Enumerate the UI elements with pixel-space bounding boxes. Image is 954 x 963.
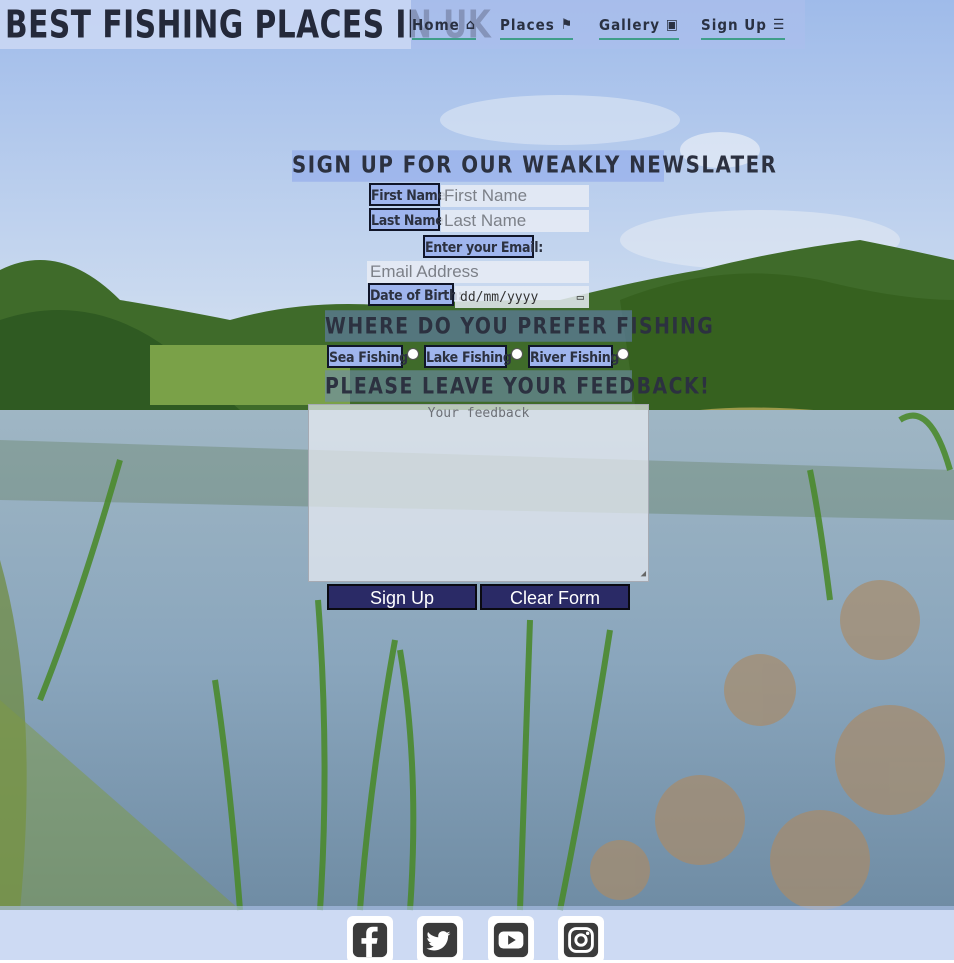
youtube-icon[interactable] — [488, 916, 534, 963]
option-sea-radio[interactable] — [407, 348, 419, 360]
email-input[interactable] — [367, 261, 589, 283]
facebook-icon[interactable] — [347, 916, 393, 963]
first-name-label: First Name — [369, 183, 446, 206]
option-lake-radio[interactable] — [511, 348, 523, 360]
option-river-radio[interactable] — [617, 348, 629, 360]
feedback-textarea[interactable]: Your feedback ◢ — [308, 404, 649, 582]
last-name-label: Last Name — [369, 208, 444, 231]
first-name-input[interactable] — [441, 185, 589, 207]
resize-grip-icon[interactable]: ◢ — [641, 569, 646, 579]
dob-placeholder: dd/mm/yyyy — [460, 289, 539, 305]
signup-form: SIGN UP FOR OUR WEAKLY NEWSLATER First N… — [0, 0, 954, 960]
option-river-label: River Fishing — [528, 345, 619, 368]
feedback-placeholder: Your feedback — [427, 406, 530, 421]
clear-form-button[interactable]: Clear Form — [480, 584, 630, 610]
option-lake-label: Lake Fishing — [424, 345, 512, 368]
email-label: Enter your Email: — [423, 235, 543, 258]
last-name-input[interactable] — [441, 210, 589, 232]
feedback-title: PLEASE LEAVE YOUR FEEDBACK! — [325, 370, 709, 402]
signup-button[interactable]: Sign Up — [327, 584, 477, 610]
prefer-title: WHERE DO YOU PREFER FISHING — [325, 310, 713, 342]
site-footer — [0, 906, 954, 963]
dob-label: Date of Birth: — [368, 283, 463, 306]
newsletter-title: SIGN UP FOR OUR WEAKLY NEWSLATER — [292, 150, 776, 182]
option-sea-label: Sea Fishing — [327, 345, 408, 368]
dob-input[interactable]: dd/mm/yyyy ▭ — [455, 286, 589, 308]
instagram-icon[interactable] — [558, 916, 604, 963]
twitter-icon[interactable] — [417, 916, 463, 963]
calendar-icon[interactable]: ▭ — [577, 290, 584, 304]
